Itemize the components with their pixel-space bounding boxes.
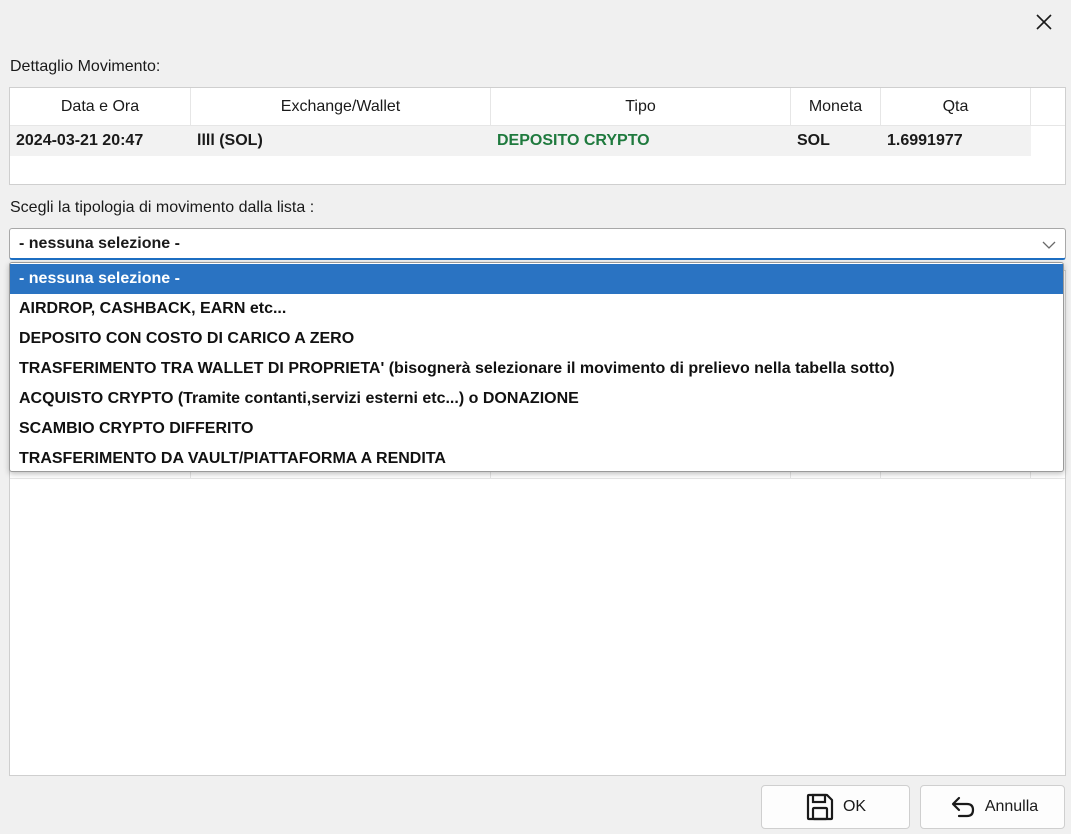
movement-type-select[interactable]: - nessuna selezione -	[9, 228, 1066, 260]
column-header-wallet[interactable]: Exchange/Wallet	[191, 88, 491, 125]
ok-button[interactable]: OK	[761, 785, 910, 829]
dropdown-option-crypto-purchase[interactable]: ACQUISTO CRYPTO (Tramite contanti,serviz…	[10, 384, 1063, 414]
dropdown-option-none[interactable]: - nessuna selezione -	[10, 264, 1063, 294]
detail-table: Data e Ora Exchange/Wallet Tipo Moneta Q…	[9, 87, 1066, 185]
detail-table-header: Data e Ora Exchange/Wallet Tipo Moneta Q…	[10, 88, 1065, 126]
dropdown-option-airdrop[interactable]: AIRDROP, CASHBACK, EARN etc...	[10, 294, 1063, 324]
column-header-datetime[interactable]: Data e Ora	[10, 88, 191, 125]
dropdown-option-own-wallet-transfer[interactable]: TRASFERIMENTO TRA WALLET DI PROPRIETA' (…	[10, 354, 1063, 384]
column-header-qta[interactable]: Qta	[881, 88, 1031, 125]
movement-type-select-value: - nessuna selezione -	[19, 234, 180, 252]
selection-label: Scegli la tipologia di movimento dalla l…	[10, 199, 315, 216]
cell-moneta: SOL	[797, 132, 830, 149]
save-icon	[806, 793, 834, 821]
cell-qta: 1.6991977	[887, 132, 963, 149]
dropdown-option-zero-cost-deposit[interactable]: DEPOSITO CON COSTO DI CARICO A ZERO	[10, 324, 1063, 354]
cell-datetime: 2024-03-21 20:47	[16, 132, 144, 149]
column-header-moneta[interactable]: Moneta	[791, 88, 881, 125]
close-button[interactable]	[1018, 0, 1070, 44]
column-header-filler	[1031, 88, 1065, 125]
table-row[interactable]: 2024-03-21 20:47 llll (SOL) DEPOSITO CRY…	[10, 126, 1031, 156]
cancel-button-label: Annulla	[984, 798, 1039, 815]
movement-type-dropdown: - nessuna selezione - AIRDROP, CASHBACK,…	[9, 262, 1064, 472]
cell-wallet: llll (SOL)	[197, 132, 263, 149]
close-icon	[1036, 14, 1052, 30]
dropdown-option-vault-transfer[interactable]: TRASFERIMENTO DA VAULT/PIATTAFORMA A REN…	[10, 444, 1063, 474]
chevron-down-icon	[1042, 241, 1056, 249]
cancel-button[interactable]: Annulla	[920, 785, 1065, 829]
column-header-tipo[interactable]: Tipo	[491, 88, 791, 125]
dropdown-option-deferred-swap[interactable]: SCAMBIO CRYPTO DIFFERITO	[10, 414, 1063, 444]
detail-label: Dettaglio Movimento:	[10, 58, 161, 75]
cell-tipo: DEPOSITO CRYPTO	[497, 132, 650, 149]
ok-button-label: OK	[842, 798, 867, 815]
undo-icon	[951, 796, 974, 818]
